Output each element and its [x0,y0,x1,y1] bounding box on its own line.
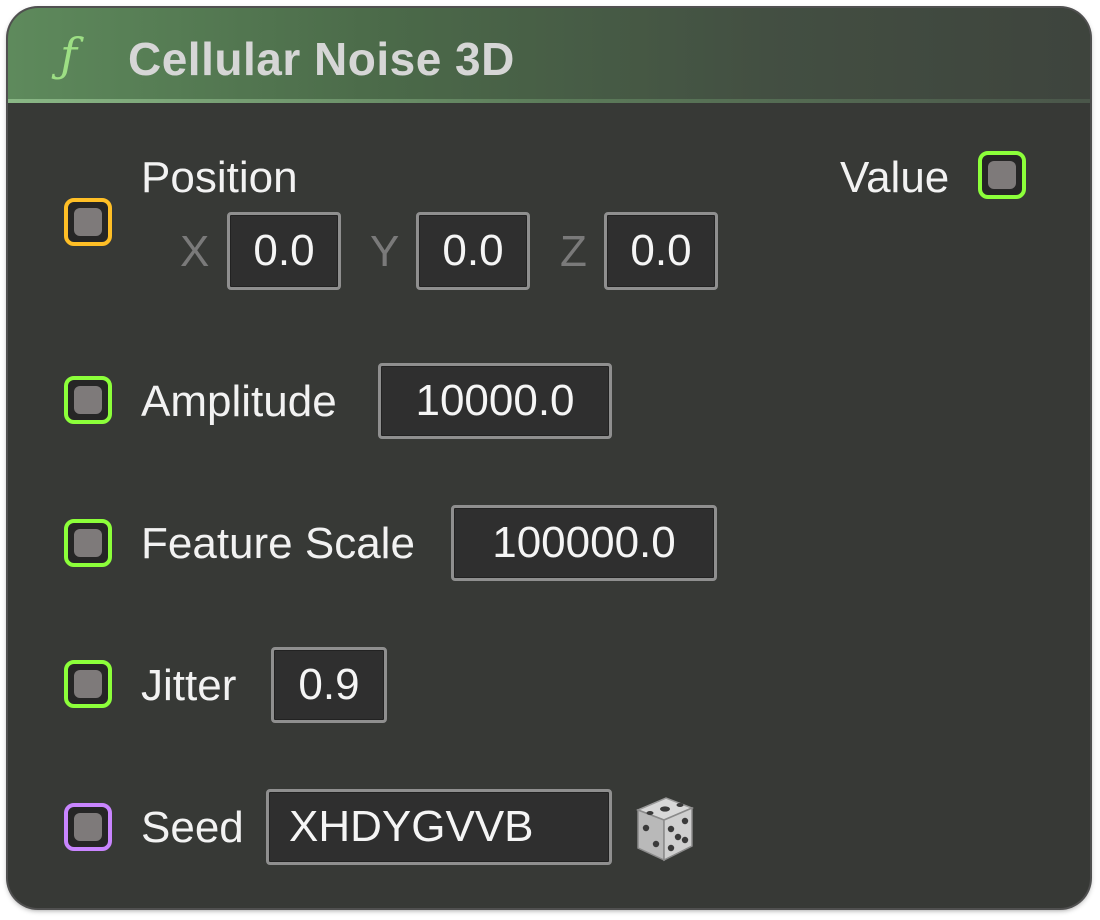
feature-scale-input-pin[interactable] [64,519,112,567]
feature-scale-label: Feature Scale [141,519,415,568]
cellular-noise-node[interactable]: ƒ Cellular Noise 3D Position X 0.0 Y 0.0… [8,8,1090,908]
position-z-field[interactable]: 0.0 [604,212,718,290]
jitter-label: Jitter [141,661,237,710]
amplitude-field[interactable]: 10000.0 [378,363,612,439]
amplitude-input-pin[interactable] [64,376,112,424]
seed-field[interactable]: XHDYGVVB [266,789,612,865]
node-header[interactable]: ƒ Cellular Noise 3D [8,8,1090,103]
position-x-label: X [180,227,210,276]
function-icon: ƒ [60,28,78,82]
node-title: Cellular Noise 3D [128,33,515,85]
value-output-pin[interactable] [978,151,1026,199]
feature-scale-field[interactable]: 100000.0 [451,505,717,581]
seed-input-pin[interactable] [64,803,112,851]
amplitude-label: Amplitude [141,377,337,426]
seed-label: Seed [141,803,244,852]
position-y-label: Y [370,227,400,276]
dice-icon[interactable] [628,792,698,864]
position-label: Position [141,153,298,202]
jitter-input-pin[interactable] [64,660,112,708]
value-output-label: Value [840,153,950,202]
jitter-field[interactable]: 0.9 [271,647,387,723]
position-z-label: Z [560,227,587,276]
position-y-field[interactable]: 0.0 [416,212,530,290]
position-x-field[interactable]: 0.0 [227,212,341,290]
position-input-pin[interactable] [64,198,112,246]
